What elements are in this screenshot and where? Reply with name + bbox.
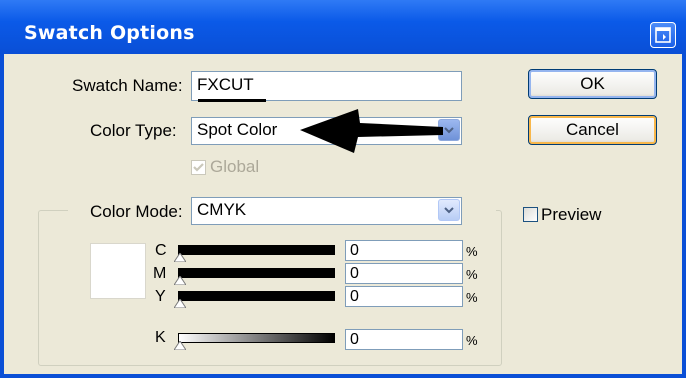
ok-button[interactable]: OK [528,69,657,99]
chevron-down-icon[interactable] [438,199,460,221]
dialog-title: Swatch Options [24,22,195,44]
percent-sign-c: % [466,244,478,259]
slider-thumb-c[interactable] [174,253,186,262]
color-type-value: Spot Color [197,120,278,139]
slider-thumb-k[interactable] [174,341,186,350]
preview-checkbox[interactable] [523,207,538,222]
slider-track-k[interactable] [178,333,335,343]
cancel-button[interactable]: Cancel [528,115,657,145]
channel-input-m[interactable]: 0 [345,263,463,284]
percent-sign-y: % [466,290,478,305]
slider-track-m[interactable] [178,268,335,278]
color-mode-select[interactable]: CMYK [191,197,462,225]
color-swatch-preview [90,243,146,299]
global-label: Global [210,157,260,176]
black-arrow-annotation [300,109,443,153]
slider-track-c[interactable] [178,245,335,255]
channel-input-y[interactable]: 0 [345,286,463,307]
color-type-label: Color Type: [90,121,177,140]
channel-input-c[interactable]: 0 [345,240,463,261]
channel-input-k[interactable]: 0 [345,329,463,350]
window-bottom-border [0,374,686,378]
slider-thumb-m[interactable] [174,276,186,285]
channel-label-y: Y [155,288,166,305]
slider-track-y[interactable] [178,291,335,301]
swatch-options-dialog: Swatch Options Swatch Name: FXCUT Color … [0,0,686,378]
global-checkbox[interactable] [191,160,206,175]
slider-thumb-y[interactable] [174,299,186,308]
percent-sign-k: % [466,333,478,348]
title-bar[interactable]: Swatch Options [0,0,686,54]
channel-label-m: M [153,265,167,282]
swatch-name-label: Swatch Name: [72,76,183,95]
swatch-name-underline [198,99,266,102]
color-mode-value: CMYK [197,200,247,219]
preview-label: Preview [541,205,602,224]
checkmark-icon [193,163,204,172]
channel-label-k: K [155,329,166,346]
restore-window-icon[interactable] [650,22,676,48]
swatch-name-input[interactable]: FXCUT [191,71,462,101]
channel-label-c: C [155,242,167,259]
percent-sign-m: % [466,267,478,282]
color-mode-label: Color Mode: [90,202,183,221]
